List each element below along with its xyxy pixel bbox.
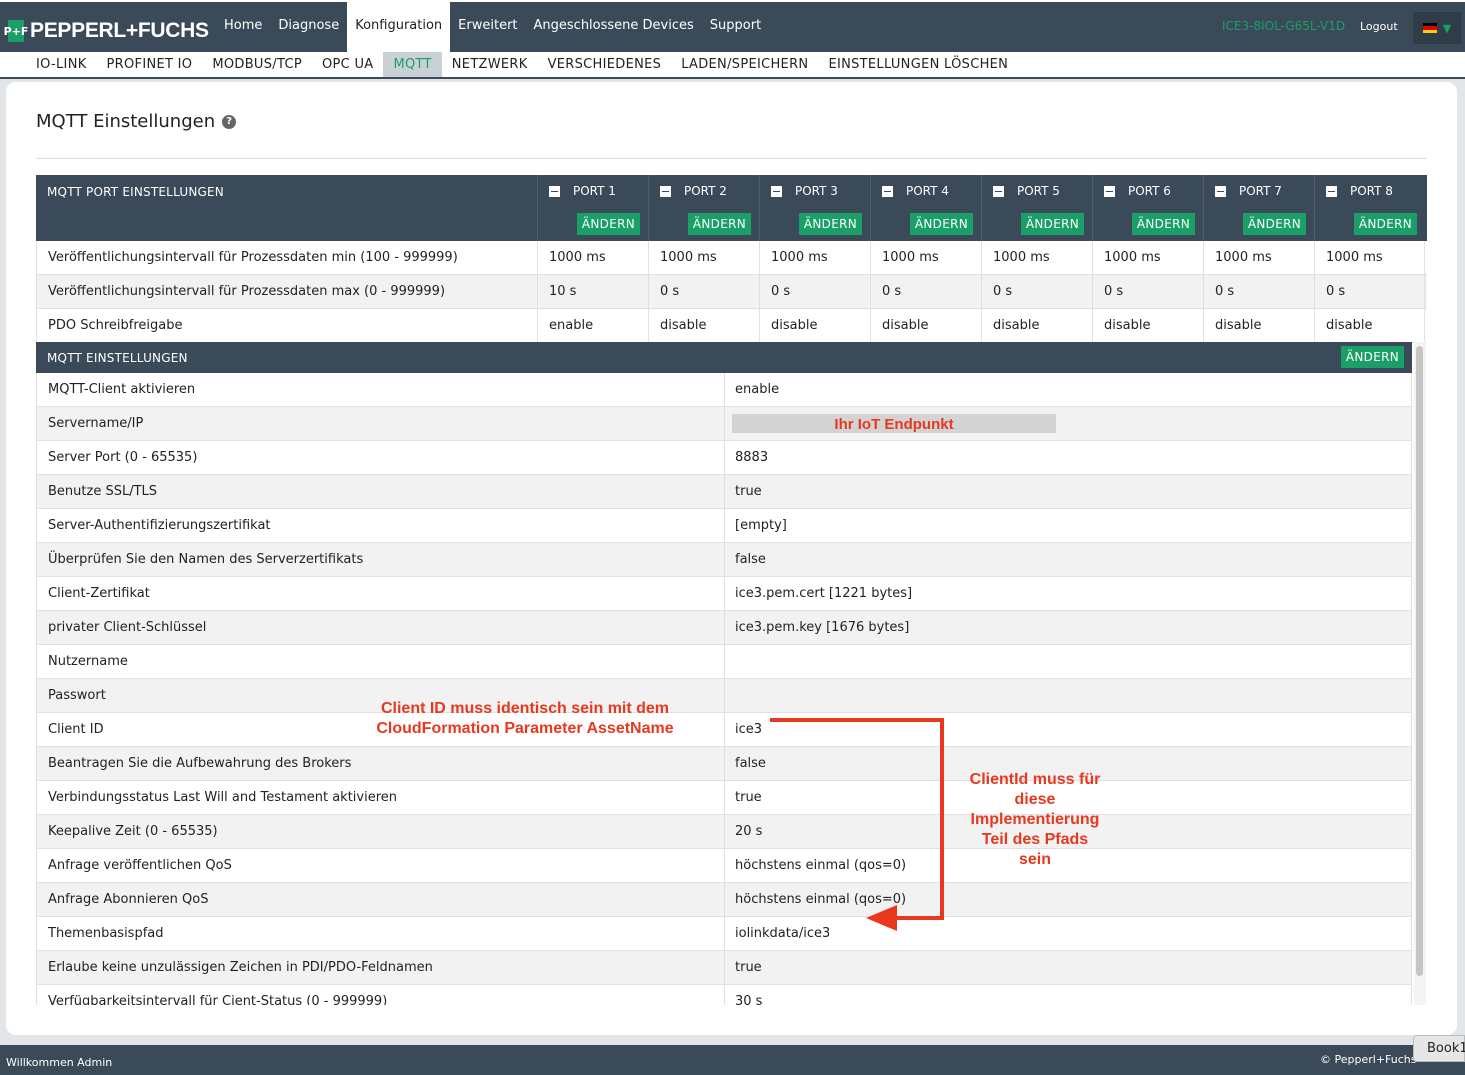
welcome-text: Willkommen Admin xyxy=(6,1056,113,1069)
footer-bar: Willkommen Admin © Pepperl+Fuchs xyxy=(0,1045,1465,1075)
arrow-line xyxy=(770,718,944,920)
copyright-text: © Pepperl+Fuchs xyxy=(1320,1053,1417,1066)
annotation-arrow xyxy=(770,718,944,931)
book-tab[interactable]: Book1 xyxy=(1413,1035,1465,1062)
arrow-head-icon xyxy=(866,905,897,931)
